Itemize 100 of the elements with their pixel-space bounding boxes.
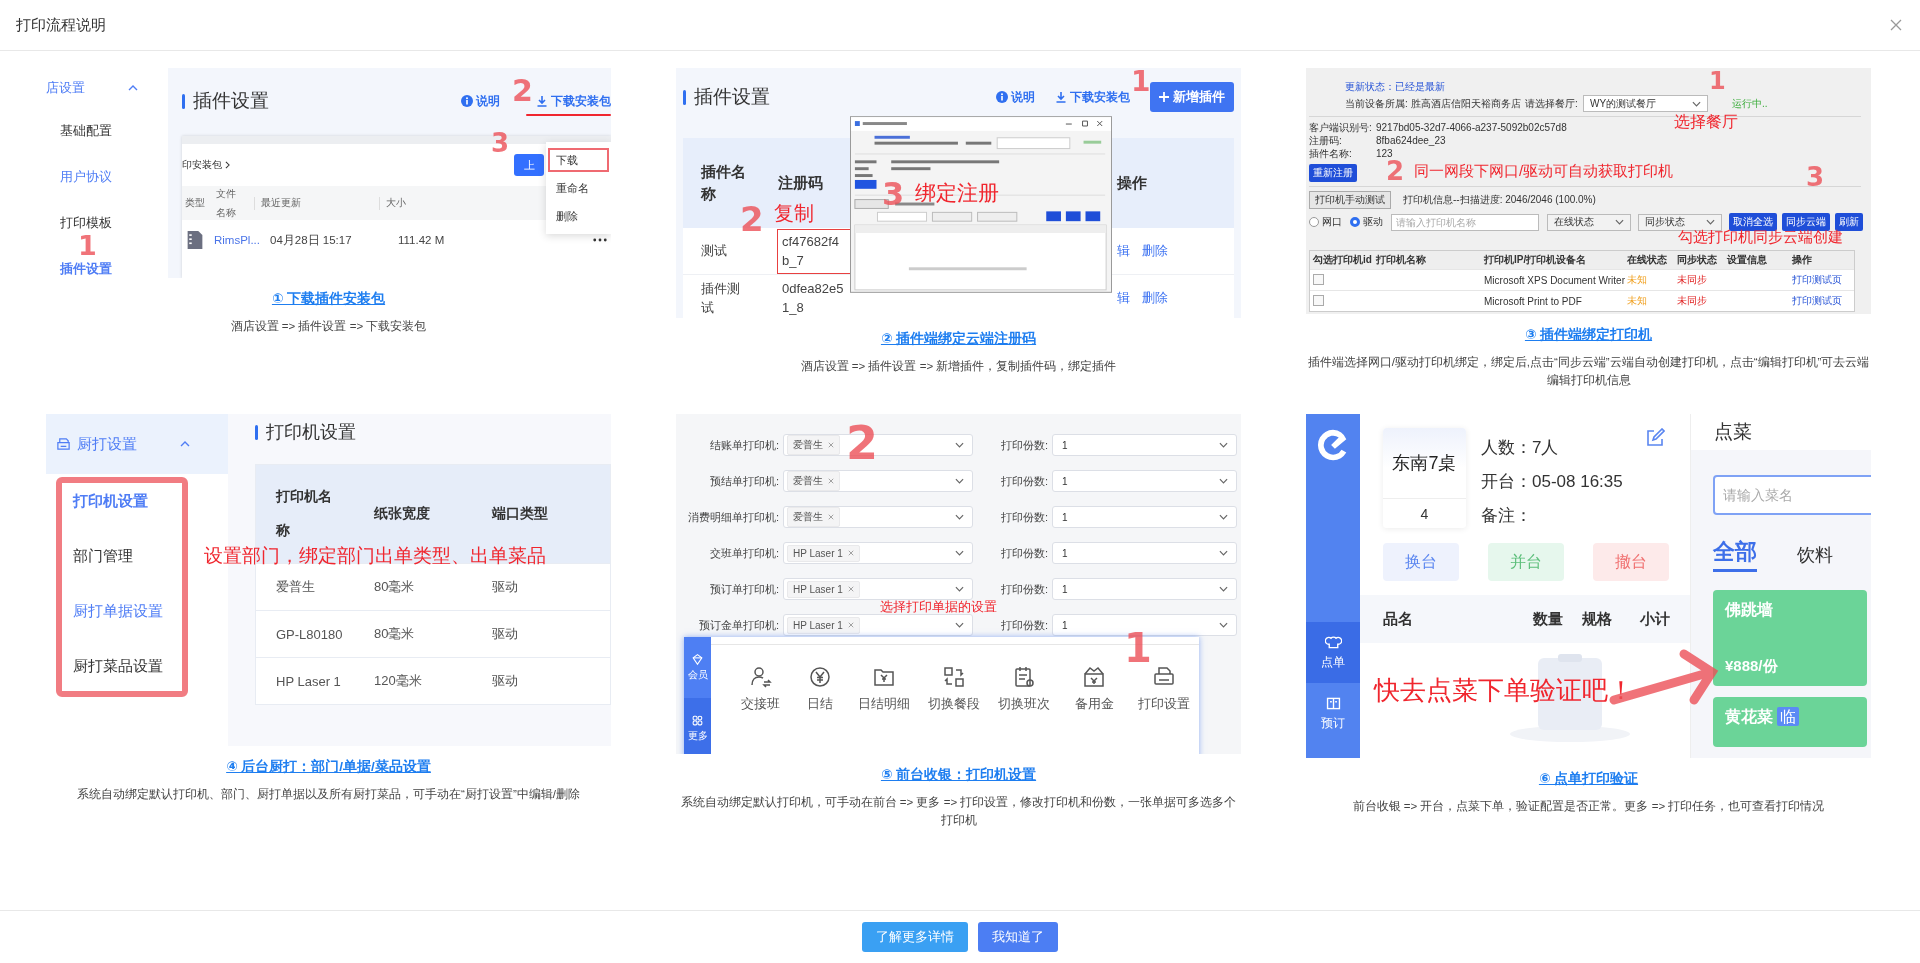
printer-select[interactable]: 爱普生 bbox=[783, 506, 973, 528]
column-header: 打印机名称 bbox=[276, 487, 333, 540]
close-icon[interactable] bbox=[847, 550, 854, 556]
nav-item[interactable]: 预订 bbox=[1306, 683, 1360, 744]
radio-option[interactable]: 网口 bbox=[1309, 215, 1342, 229]
field-label: 打印份数: bbox=[999, 617, 1048, 633]
sidebar-item[interactable]: 打印模板 bbox=[60, 214, 112, 231]
chevron-down-icon bbox=[1219, 550, 1228, 556]
help-link[interactable]: 说明 bbox=[996, 88, 1035, 106]
sidebar-item[interactable]: 插件设置 bbox=[60, 260, 112, 277]
table-action[interactable]: 删除 bbox=[1142, 289, 1168, 307]
close-icon[interactable] bbox=[847, 622, 854, 628]
field-label: 插件名称: bbox=[1309, 146, 1353, 161]
step-link[interactable]: ④ 后台厨打：部门/单据/菜品设置 bbox=[226, 758, 431, 776]
step-link[interactable]: ② 插件端绑定云端注册码 bbox=[880, 330, 1037, 348]
annotation-number: 2 bbox=[1386, 158, 1405, 184]
annotation-number: 2 bbox=[740, 202, 764, 236]
table-action[interactable]: 删除 bbox=[1142, 242, 1168, 260]
sidebar-item[interactable]: 厨打单据设置 bbox=[73, 584, 163, 639]
step-link[interactable]: ⑥ 点单打印验证 bbox=[1538, 770, 1639, 788]
copies-select[interactable]: 1 bbox=[1052, 470, 1237, 492]
table-cell-text: 测试 bbox=[701, 242, 728, 261]
menu-item[interactable]: 删除 bbox=[546, 202, 611, 230]
edit-icon[interactable] bbox=[1645, 428, 1665, 448]
yen-coin-icon bbox=[807, 665, 832, 689]
tool-item[interactable]: 切换餐段 bbox=[919, 665, 989, 754]
nav-item[interactable]: 会员 bbox=[684, 637, 711, 698]
checkbox[interactable] bbox=[1313, 273, 1324, 285]
download-link[interactable]: 下载安装包 bbox=[1055, 88, 1130, 106]
copies-select[interactable]: 1 bbox=[1052, 542, 1237, 564]
sidebar-item[interactable]: 部门管理 bbox=[73, 529, 133, 584]
field-label: 预订金单打印机: bbox=[697, 617, 779, 633]
copies-select[interactable]: 1 bbox=[1052, 578, 1237, 600]
table-cell-text: 驱动 bbox=[492, 578, 519, 596]
step-caption: 酒店设置 => 插件设置 => 新增插件，复制插件码，绑定插件 bbox=[800, 359, 1117, 374]
copies-select[interactable]: 1 bbox=[1052, 506, 1237, 528]
close-icon[interactable] bbox=[828, 442, 834, 448]
test-page-link[interactable]: 打印测试页 bbox=[1789, 294, 1853, 308]
filter-select[interactable]: 在线状态 bbox=[1547, 213, 1631, 231]
sidebar-group[interactable]: 店设置 bbox=[46, 79, 85, 97]
chevron-down-icon bbox=[955, 442, 964, 448]
tool-item[interactable]: 交接班 bbox=[731, 665, 790, 754]
search-field[interactable]: 请输入菜名 bbox=[1713, 475, 1871, 515]
close-icon[interactable] bbox=[847, 586, 854, 592]
table-action[interactable]: 辑 bbox=[1117, 242, 1130, 260]
sidebar-item[interactable]: 打印机设置 bbox=[73, 474, 148, 529]
tool-item[interactable]: 日结明细 bbox=[849, 665, 919, 754]
close-icon[interactable] bbox=[828, 478, 834, 484]
nav-item[interactable]: 更多 bbox=[684, 698, 711, 754]
tool-item[interactable]: 日结 bbox=[790, 665, 849, 754]
restaurant-select[interactable]: WY的测试餐厅 bbox=[1583, 95, 1708, 112]
breadcrumb[interactable]: 印安装包 bbox=[182, 158, 230, 172]
footer-button[interactable]: 我知道了 bbox=[978, 922, 1058, 952]
add-plugin-button[interactable]: 新增插件 bbox=[1150, 82, 1234, 112]
sidebar-group[interactable]: 厨打设置 bbox=[56, 434, 137, 454]
chevron-up-icon bbox=[128, 85, 138, 91]
annotation-number: 2 bbox=[512, 76, 533, 106]
printer-tag: HP Laser 1 bbox=[787, 544, 860, 562]
category-tab[interactable]: 全部 bbox=[1713, 537, 1757, 572]
sidebar-item[interactable]: 用户协议 bbox=[60, 168, 112, 185]
table-cell-text: 0dfea82e51_8 bbox=[781, 279, 845, 317]
sidebar-item[interactable]: 厨打菜品设置 bbox=[73, 639, 163, 694]
radio-button[interactable] bbox=[1350, 217, 1360, 227]
reregister-button[interactable]: 重新注册 bbox=[1309, 164, 1357, 182]
column-header: 注册码 bbox=[778, 173, 824, 193]
step-link[interactable]: ① 下载插件安装包 bbox=[271, 290, 386, 308]
action-button[interactable]: 同步云端 bbox=[1782, 213, 1830, 231]
step-link[interactable]: ⑤ 前台收银：打印机设置 bbox=[880, 766, 1037, 784]
radio-option[interactable]: 驱动 bbox=[1350, 215, 1383, 229]
printer-select[interactable]: HP Laser 1 bbox=[783, 614, 973, 636]
table-card[interactable]: 东南7桌 4 bbox=[1383, 428, 1466, 528]
test-page-link[interactable]: 打印测试页 bbox=[1789, 273, 1853, 287]
help-link[interactable]: 说明 bbox=[461, 92, 500, 110]
close-icon[interactable] bbox=[1890, 19, 1902, 31]
test-button[interactable]: 打印机手动测试 bbox=[1309, 191, 1391, 209]
step-link[interactable]: ③ 插件端绑定打印机 bbox=[1524, 326, 1653, 344]
copies-select[interactable]: 1 bbox=[1052, 434, 1237, 456]
printer-select[interactable]: HP Laser 1 bbox=[783, 542, 973, 564]
close-icon[interactable] bbox=[828, 514, 834, 520]
search-field[interactable]: 请输入打印机名称 bbox=[1391, 213, 1539, 231]
menu-item[interactable]: 下载 bbox=[546, 146, 611, 174]
printer-select[interactable]: HP Laser 1 bbox=[783, 578, 973, 600]
printer-select[interactable]: 爱普生 bbox=[783, 470, 973, 492]
table-action[interactable]: 辑 bbox=[1117, 289, 1130, 307]
action-button[interactable]: 刷新 bbox=[1835, 213, 1863, 231]
nav-item[interactable]: 点单 bbox=[1306, 622, 1360, 683]
checkbox[interactable] bbox=[1313, 294, 1324, 306]
file-name[interactable]: RimsPl... bbox=[214, 234, 270, 246]
tool-item[interactable]: 切换班次 bbox=[989, 665, 1059, 754]
tool-item[interactable]: 备用金 bbox=[1059, 665, 1129, 754]
grid-icon bbox=[691, 714, 704, 727]
upload-button[interactable]: 上 bbox=[514, 154, 544, 176]
category-tab[interactable]: 饮料 bbox=[1797, 543, 1833, 572]
sidebar-item[interactable]: 基础配置 bbox=[60, 122, 112, 139]
radio-button[interactable] bbox=[1309, 217, 1319, 227]
tool-item[interactable]: 打印设置 bbox=[1129, 665, 1199, 754]
download-link[interactable]: 下载安装包 bbox=[536, 92, 611, 110]
more-icon[interactable] bbox=[593, 238, 607, 242]
download-icon bbox=[1055, 91, 1067, 103]
menu-item[interactable]: 重命名 bbox=[546, 174, 611, 202]
